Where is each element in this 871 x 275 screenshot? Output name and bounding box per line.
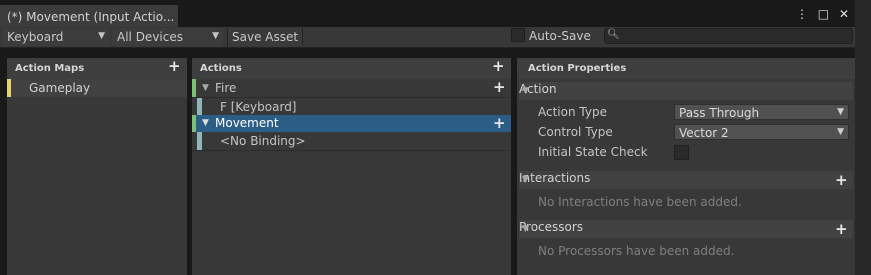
action-properties-panel: Action Properties ▼ Action Action Type P… — [517, 58, 855, 275]
binding-color-marker — [197, 98, 202, 116]
search-icon: 🔍︎ — [607, 29, 620, 40]
fold-down-icon[interactable]: ▼ — [522, 224, 529, 234]
action-type-dropdown[interactable]: Pass Through ▼ — [674, 104, 849, 120]
tab-title: (*) Movement (Input Actio... — [7, 10, 175, 24]
action-color-marker — [192, 79, 196, 97]
interactions-title: Interactions — [519, 171, 591, 185]
tab-input-actions[interactable]: (*) Movement (Input Actio... — [0, 5, 178, 27]
window-controls: ⋮ □ ✕ — [790, 7, 849, 21]
action-type-value: Pass Through — [679, 106, 760, 120]
row-divider — [192, 150, 511, 151]
add-processor-icon[interactable]: + — [835, 222, 848, 237]
chevron-down-icon: ▼ — [212, 31, 219, 41]
chevron-down-icon: ▼ — [837, 127, 844, 137]
action-properties-header: Action Properties — [517, 58, 855, 79]
add-action-icon[interactable]: + — [492, 59, 505, 74]
action-map-label: Gameplay — [29, 81, 91, 95]
binding-label: <No Binding> — [220, 134, 306, 148]
map-color-marker — [7, 79, 11, 97]
action-label: Movement — [215, 116, 279, 130]
action-row-fire[interactable]: ▼ Fire + — [192, 79, 511, 97]
action-type-label: Action Type — [538, 105, 607, 119]
auto-save-checkbox[interactable] — [511, 28, 525, 42]
fold-down-icon[interactable]: ▼ — [202, 83, 209, 93]
actions-title: Actions — [200, 63, 242, 74]
device-label: All Devices — [117, 30, 183, 44]
add-binding-icon[interactable]: + — [493, 80, 506, 95]
add-binding-icon[interactable]: + — [493, 116, 506, 131]
add-action-map-icon[interactable]: + — [168, 59, 181, 74]
chevron-down-icon: ▼ — [837, 107, 844, 117]
control-type-label: Control Type — [538, 125, 613, 139]
action-section-header[interactable]: ▼ Action — [519, 82, 853, 100]
save-asset-button[interactable]: Save Asset — [227, 28, 303, 46]
interactions-section-header[interactable]: ▼ Interactions + — [519, 171, 853, 189]
action-properties-title: Action Properties — [528, 63, 627, 74]
chevron-down-icon: ▼ — [98, 31, 105, 41]
control-type-value: Vector 2 — [679, 126, 729, 140]
fold-down-icon[interactable]: ▼ — [202, 118, 209, 128]
close-icon[interactable]: ✕ — [839, 7, 849, 21]
control-scheme-dropdown[interactable]: Keyboard ▼ — [2, 28, 109, 46]
initial-state-check-label: Initial State Check — [538, 145, 648, 159]
binding-color-marker — [197, 132, 202, 150]
fold-down-icon[interactable]: ▼ — [522, 175, 529, 185]
action-maps-title: Action Maps — [15, 63, 85, 74]
action-color-marker — [192, 115, 196, 132]
device-dropdown[interactable]: All Devices ▼ — [112, 28, 223, 46]
initial-state-check-checkbox[interactable] — [674, 145, 689, 160]
action-maps-panel: Action Maps + Gameplay — [7, 58, 187, 275]
binding-label: F [Keyboard] — [220, 100, 297, 114]
action-maps-header: Action Maps + — [7, 58, 187, 79]
control-type-dropdown[interactable]: Vector 2 ▼ — [674, 124, 849, 140]
maximize-icon[interactable]: □ — [818, 7, 829, 21]
processors-empty-text: No Processors have been added. — [538, 244, 735, 258]
save-asset-label: Save Asset — [232, 30, 299, 44]
interactions-empty-text: No Interactions have been added. — [538, 195, 742, 209]
menu-icon[interactable]: ⋮ — [796, 7, 808, 21]
actions-header: Actions + — [192, 58, 511, 79]
processors-section-header[interactable]: ▼ Processors + — [519, 220, 853, 238]
action-row-movement[interactable]: ▼ Movement + — [192, 115, 511, 132]
actions-panel: Actions + ▼ Fire + F [Keyboard] ▼ Moveme… — [192, 58, 511, 275]
fold-down-icon[interactable]: ▼ — [522, 86, 529, 96]
add-interaction-icon[interactable]: + — [835, 173, 848, 188]
action-map-item[interactable]: Gameplay — [7, 79, 187, 97]
search-input[interactable] — [604, 28, 853, 44]
action-label: Fire — [215, 81, 237, 95]
adjacent-window-edge — [855, 0, 871, 275]
binding-row[interactable]: F [Keyboard] — [192, 98, 511, 116]
control-scheme-label: Keyboard — [7, 30, 64, 44]
binding-row[interactable]: <No Binding> — [192, 132, 511, 150]
auto-save-label: Auto-Save — [529, 29, 591, 43]
